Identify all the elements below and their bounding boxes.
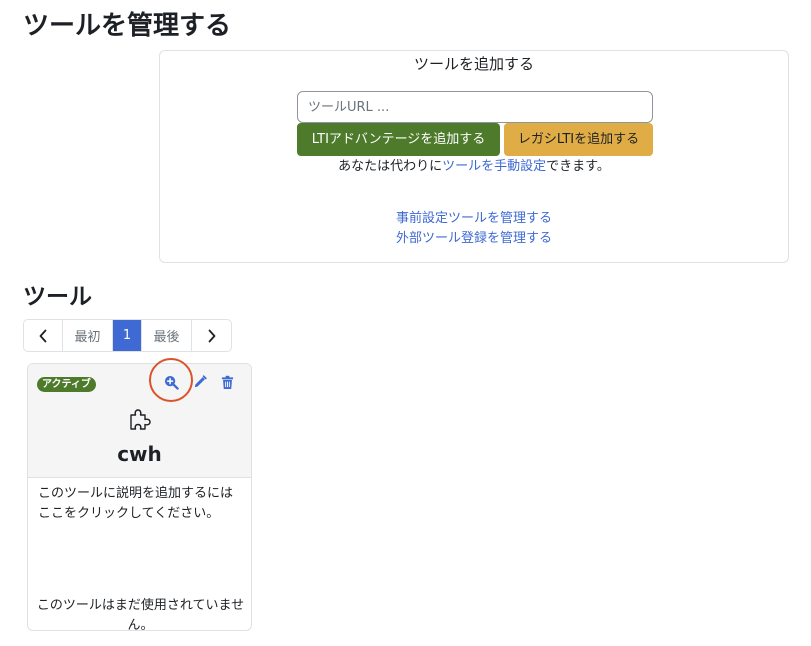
pencil-icon [194, 375, 207, 388]
pagination-last[interactable]: 最後 [142, 320, 192, 351]
add-tool-title: ツールを追加する [413, 55, 534, 73]
manage-external-registrations-link[interactable]: 外部ツール登録を管理する [396, 231, 552, 246]
pagination-next[interactable] [192, 320, 231, 351]
manual-config-text: あなたは代わりにツールを手動設定できます。 [160, 157, 788, 177]
pagination-current-page[interactable]: 1 [113, 320, 142, 351]
pagination-first[interactable]: 最初 [63, 320, 113, 351]
page-title: ツールを管理する [23, 11, 232, 41]
pagination: 最初 1 最後 [23, 319, 232, 352]
chevron-right-icon [208, 329, 215, 342]
add-lti-advantage-button[interactable]: LTIアドバンテージを追加する [297, 123, 500, 156]
view-usage-button[interactable] [163, 374, 179, 390]
tool-name: cwh [117, 442, 162, 466]
puzzle-piece-icon [130, 409, 151, 430]
status-badge: アクティブ [37, 377, 96, 392]
delete-tool-button[interactable] [219, 374, 235, 390]
pagination-previous[interactable] [24, 320, 63, 351]
tools-section-title: ツール [23, 284, 92, 310]
edit-tool-button[interactable] [192, 374, 208, 390]
tool-url-input[interactable] [297, 91, 653, 123]
add-legacy-lti-button[interactable]: レガシLTIを追加する [504, 123, 653, 156]
manage-preconfigured-tools-link[interactable]: 事前設定ツールを管理する [396, 211, 552, 226]
tool-card-header: アクティブ cwh [28, 364, 251, 478]
zoom-in-icon [164, 375, 179, 390]
tool-card: アクティブ cwh このツールに説明を追加するにはここをクリックしてください。 … [27, 363, 252, 631]
manual-config-link[interactable]: ツールを手動設定 [442, 159, 546, 174]
tool-description[interactable]: このツールに説明を追加するにはここをクリックしてください。 [38, 484, 243, 524]
manual-config-prefix: あなたは代わりに [338, 159, 443, 174]
manual-config-suffix: できます。 [546, 159, 610, 174]
trash-icon [221, 375, 233, 389]
chevron-left-icon [39, 329, 47, 342]
tool-usage-note: このツールはまだ使用されていません。 [36, 598, 245, 631]
add-tool-panel: ツールを追加する LTIアドバンテージを追加する レガシLTIを追加する あなた… [159, 50, 789, 263]
